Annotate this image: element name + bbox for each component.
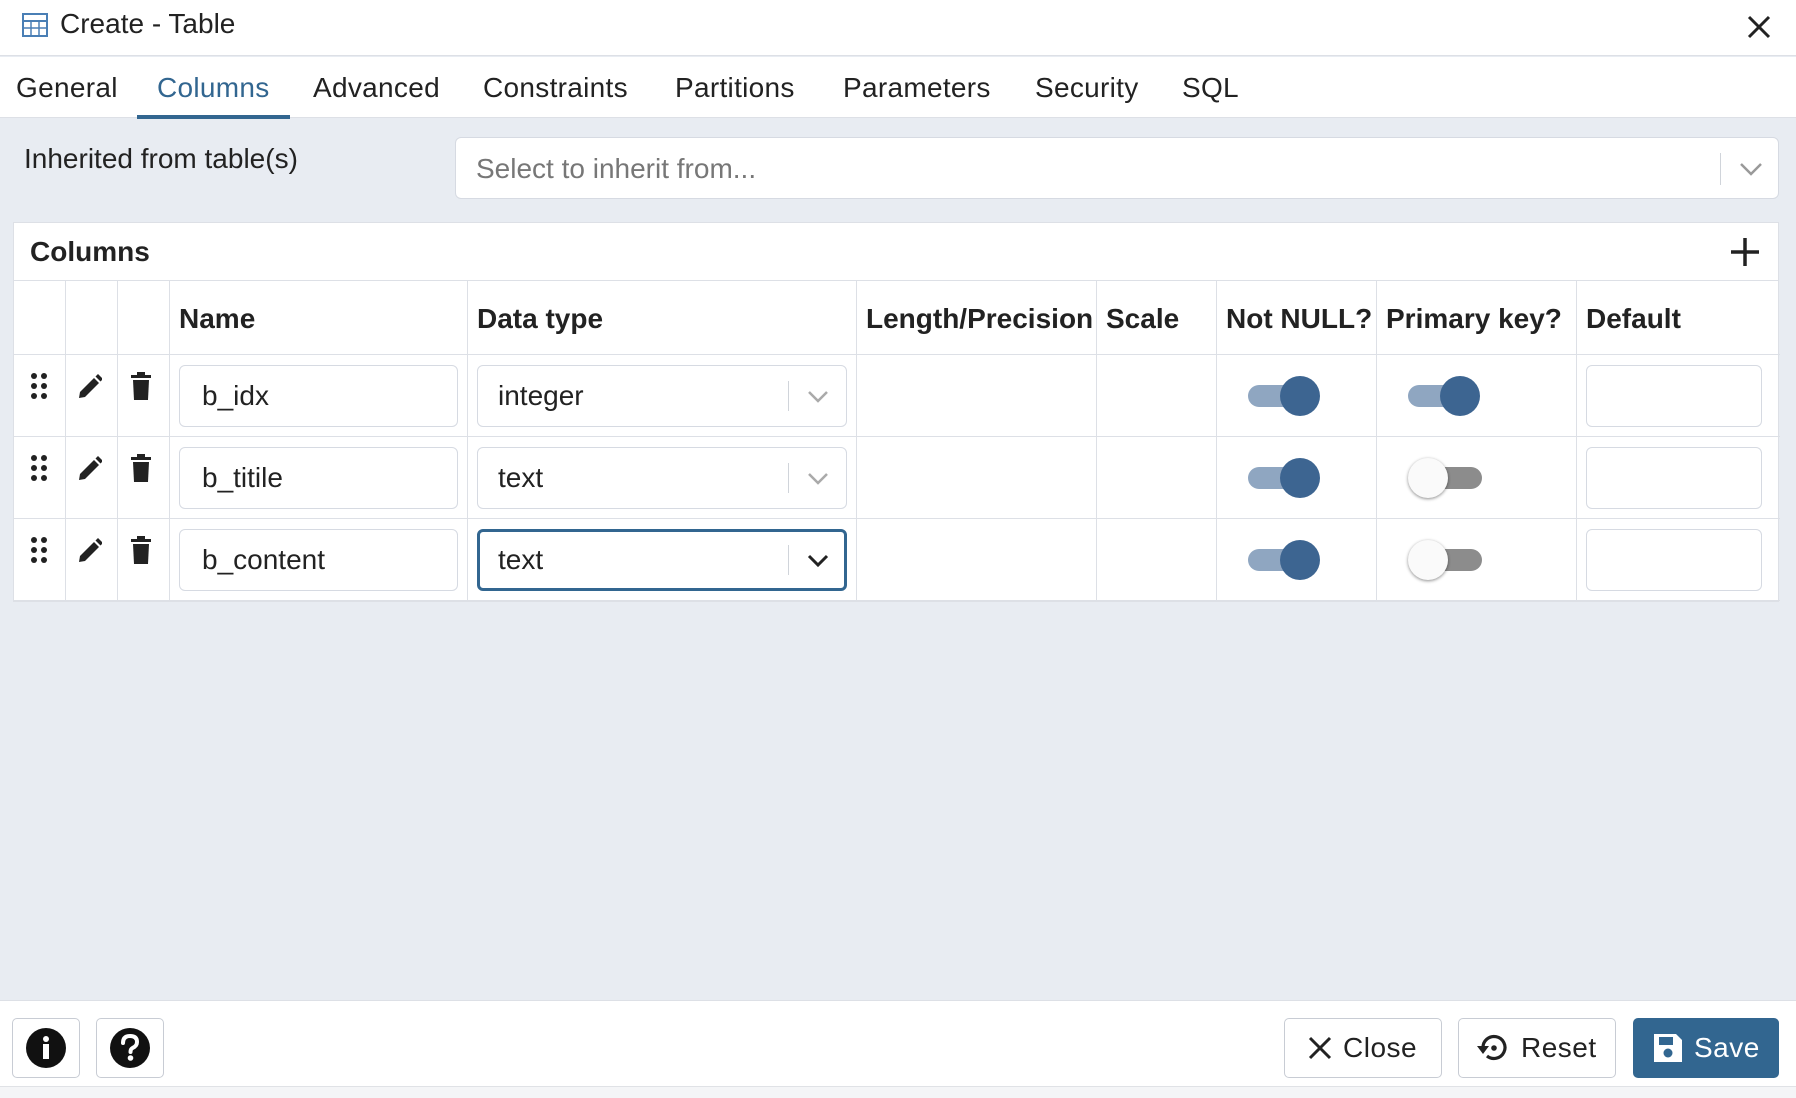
- col-divider: [1216, 281, 1217, 601]
- edit-pencil-icon[interactable]: [76, 535, 102, 565]
- drag-handle-icon[interactable]: [26, 535, 52, 565]
- tab-advanced[interactable]: Advanced: [313, 57, 440, 118]
- delete-trash-icon[interactable]: [128, 371, 154, 401]
- data-type-select[interactable]: integer: [477, 365, 847, 427]
- reset-history-icon: [1477, 1034, 1507, 1061]
- columns-panel: Columns Name Data type Length/Precision …: [13, 222, 1780, 602]
- row-divider: [14, 518, 1780, 519]
- select-separator: [788, 381, 789, 411]
- chevron-down-icon[interactable]: [1736, 156, 1766, 182]
- inherit-select[interactable]: Select to inherit from...: [455, 137, 1779, 199]
- help-button[interactable]: [96, 1018, 164, 1078]
- not-null-toggle[interactable]: [1248, 455, 1322, 499]
- col-divider: [1576, 281, 1577, 601]
- dialog-footer: Close Reset Save: [0, 1000, 1796, 1098]
- primary-key-toggle[interactable]: [1408, 455, 1482, 499]
- chevron-down-icon[interactable]: [804, 384, 832, 408]
- header-data-type: Data type: [477, 303, 604, 334]
- row-divider: [14, 600, 1780, 601]
- dialog-title: Create - Table: [60, 8, 236, 39]
- reset-button-label: Reset: [1521, 1032, 1597, 1063]
- default-input[interactable]: [1586, 529, 1762, 591]
- data-type-value: text: [498, 462, 544, 493]
- col-divider: [467, 281, 468, 601]
- toggle-knob: [1440, 376, 1480, 416]
- column-name-input[interactable]: b_content: [179, 529, 458, 591]
- not-null-toggle[interactable]: [1248, 373, 1322, 417]
- edit-pencil-icon[interactable]: [76, 371, 102, 401]
- header-length-precision: Length/Precision: [866, 303, 1094, 334]
- save-floppy-icon: [1654, 1034, 1682, 1062]
- toggle-knob: [1280, 458, 1320, 498]
- tab-security[interactable]: Security: [1035, 57, 1139, 118]
- primary-key-toggle[interactable]: [1408, 537, 1482, 581]
- save-button-label: Save: [1694, 1032, 1760, 1063]
- columns-panel-title: Columns: [30, 236, 150, 267]
- primary-key-toggle[interactable]: [1408, 373, 1482, 417]
- data-type-value: integer: [498, 380, 584, 411]
- data-type-select[interactable]: text: [477, 529, 847, 591]
- drag-handle-icon[interactable]: [26, 453, 52, 483]
- toggle-knob: [1408, 540, 1448, 580]
- data-type-select[interactable]: text: [477, 447, 847, 509]
- save-button[interactable]: Save: [1633, 1018, 1779, 1078]
- delete-trash-icon[interactable]: [128, 535, 154, 565]
- table-icon: [22, 13, 48, 37]
- col-divider: [856, 281, 857, 601]
- toggle-knob: [1408, 458, 1448, 498]
- header-default: Default: [1586, 303, 1681, 334]
- edit-pencil-icon[interactable]: [76, 453, 102, 483]
- col-divider: [65, 281, 66, 601]
- close-icon[interactable]: [1742, 10, 1776, 44]
- background-window-strip: [0, 1086, 1796, 1098]
- inherit-label: Inherited from table(s): [24, 143, 298, 174]
- columns-panel-header: Columns: [14, 223, 1778, 281]
- help-question-icon: [110, 1028, 150, 1068]
- delete-trash-icon[interactable]: [128, 453, 154, 483]
- tab-parameters[interactable]: Parameters: [843, 57, 991, 118]
- select-separator: [788, 463, 789, 493]
- not-null-toggle[interactable]: [1248, 537, 1322, 581]
- reset-button[interactable]: Reset: [1458, 1018, 1616, 1078]
- default-input[interactable]: [1586, 365, 1762, 427]
- col-divider: [1096, 281, 1097, 601]
- row-divider: [14, 436, 1780, 437]
- column-name-input[interactable]: b_titile: [179, 447, 458, 509]
- column-name-input[interactable]: b_idx: [179, 365, 458, 427]
- toggle-knob: [1280, 540, 1320, 580]
- close-button-label: Close: [1343, 1032, 1418, 1063]
- dialog-titlebar: Create - Table: [0, 0, 1796, 56]
- col-divider: [117, 281, 118, 601]
- drag-handle-icon[interactable]: [26, 371, 52, 401]
- chevron-down-icon[interactable]: [804, 548, 832, 572]
- info-icon: [26, 1028, 66, 1068]
- select-separator: [788, 545, 789, 575]
- col-divider: [1376, 281, 1377, 601]
- col-divider: [169, 281, 170, 601]
- default-input[interactable]: [1586, 447, 1762, 509]
- chevron-down-icon[interactable]: [804, 466, 832, 490]
- inherit-placeholder: Select to inherit from...: [476, 153, 757, 184]
- tab-bar: General Columns Advanced Constraints Par…: [0, 57, 1796, 119]
- tab-constraints[interactable]: Constraints: [483, 57, 628, 118]
- close-button[interactable]: Close: [1284, 1018, 1442, 1078]
- header-divider: [14, 354, 1780, 355]
- header-name: Name: [179, 303, 256, 334]
- add-row-icon[interactable]: [1728, 235, 1762, 269]
- tab-sql[interactable]: SQL: [1182, 57, 1239, 118]
- close-icon: [1308, 1036, 1332, 1060]
- data-type-value: text: [498, 544, 544, 575]
- info-button[interactable]: [12, 1018, 80, 1078]
- tab-partitions[interactable]: Partitions: [675, 57, 795, 118]
- tab-columns[interactable]: Columns: [137, 57, 290, 119]
- toggle-knob: [1280, 376, 1320, 416]
- tab-general[interactable]: General: [16, 57, 118, 118]
- header-not-null: Not NULL?: [1226, 303, 1373, 334]
- select-separator: [1720, 153, 1721, 185]
- header-scale: Scale: [1106, 303, 1180, 334]
- header-primary-key: Primary key?: [1386, 303, 1562, 334]
